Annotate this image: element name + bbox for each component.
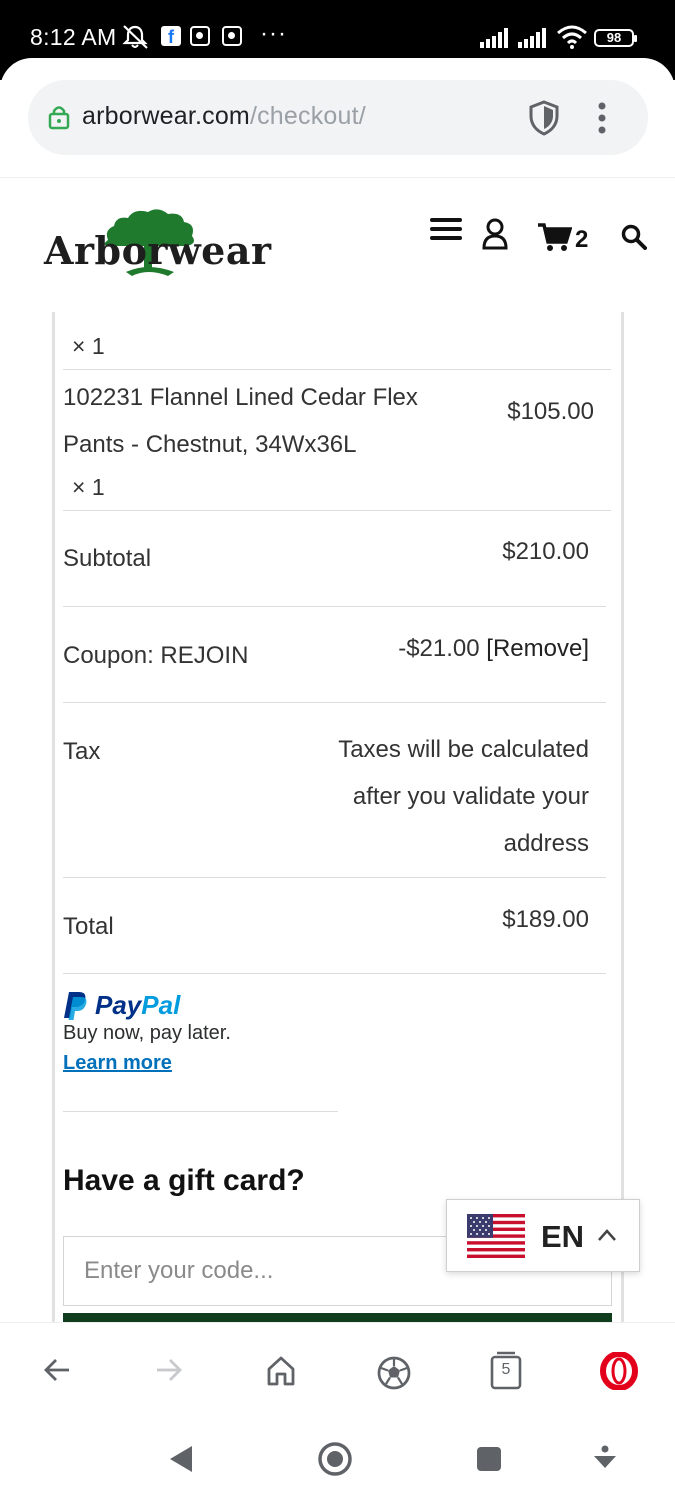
item-price: $105.00	[507, 398, 594, 425]
signal-icon	[480, 28, 508, 48]
paypal-learn-more-link[interactable]: Learn more	[63, 1052, 172, 1075]
site-header: Arborwear 2	[0, 178, 675, 308]
forward-arrow-icon[interactable]	[154, 1355, 184, 1385]
row-divider	[63, 510, 611, 511]
signal-icon	[518, 28, 546, 48]
logo-text: Arborwear	[44, 228, 272, 273]
url-domain: arborwear.com	[82, 102, 250, 130]
remove-coupon-link[interactable]: [Remove]	[486, 635, 589, 662]
gift-card-heading: Have a gift card?	[63, 1164, 305, 1197]
back-triangle-icon[interactable]	[168, 1444, 194, 1474]
opera-icon[interactable]	[600, 1352, 638, 1390]
coupon-value-group: -$21.00 [Remove]	[398, 635, 589, 663]
us-flag-icon	[467, 1214, 525, 1258]
row-divider	[63, 702, 606, 703]
row-divider	[63, 973, 606, 974]
chevron-up-icon	[598, 1229, 616, 1241]
address-bar[interactable]: arborwear.com/checkout/	[28, 80, 648, 155]
row-divider	[63, 877, 606, 878]
back-arrow-icon[interactable]	[42, 1355, 72, 1385]
row-divider	[63, 606, 606, 607]
browser-toolbar: arborwear.com/checkout/	[0, 58, 675, 178]
mute-icon	[122, 25, 148, 49]
section-divider	[63, 1111, 338, 1112]
battery-icon: 98	[594, 29, 637, 47]
recents-square-icon[interactable]	[476, 1446, 502, 1472]
subtotal-label: Subtotal	[63, 545, 152, 572]
wifi-icon	[557, 25, 587, 49]
search-icon[interactable]	[621, 224, 647, 250]
paypal-pay: Pay	[95, 990, 142, 1020]
language-selector[interactable]: EN	[446, 1199, 640, 1272]
home-circle-icon[interactable]	[317, 1441, 353, 1477]
more-notifications-icon: ···	[260, 20, 287, 47]
subtotal-value: $210.00	[502, 538, 589, 565]
facebook-icon: f	[161, 26, 181, 47]
user-icon[interactable]	[482, 218, 508, 250]
previous-item-quantity: × 1	[72, 333, 105, 359]
paypal-pal: Pal	[141, 990, 181, 1020]
total-value: $189.00	[502, 906, 589, 933]
language-code: EN	[541, 1219, 585, 1254]
status-time: 8:12 AM	[30, 24, 117, 50]
soccer-ball-icon[interactable]	[376, 1355, 412, 1391]
shield-icon[interactable]	[528, 100, 560, 136]
tabs-count: 5	[501, 1361, 511, 1378]
hamburger-icon[interactable]	[430, 218, 462, 240]
tax-label: Tax	[63, 738, 101, 765]
item-name: 102231 Flannel Lined Cedar Flex Pants - …	[63, 384, 418, 458]
total-label: Total	[63, 913, 114, 940]
cart-count-badge[interactable]: 2	[575, 226, 588, 254]
arborwear-logo[interactable]: Arborwear	[44, 206, 271, 281]
paypal-logo: PayPal	[63, 990, 263, 1022]
url-path: /checkout/	[249, 102, 366, 130]
url-text[interactable]: arborwear.com/checkout/	[82, 102, 366, 131]
paypal-wordmark: PayPal	[95, 990, 180, 1021]
video-icon	[190, 26, 210, 46]
paypal-p-icon	[64, 992, 87, 1020]
row-divider	[63, 369, 611, 370]
item-quantity: × 1	[72, 474, 105, 500]
coupon-label: Coupon: REJOIN	[63, 642, 249, 669]
video-icon	[222, 26, 242, 46]
paypal-subtitle: Buy now, pay later.	[63, 1022, 231, 1044]
home-icon[interactable]	[265, 1355, 297, 1387]
cart-icon[interactable]	[538, 222, 572, 252]
tax-note: Taxes will be calculated after you valid…	[338, 736, 589, 857]
assistant-icon[interactable]	[592, 1444, 618, 1472]
coupon-discount: -$21.00	[398, 635, 480, 662]
apply-gift-card-button[interactable]	[63, 1313, 612, 1322]
battery-level: 98	[606, 30, 622, 45]
browser-bottom-nav	[0, 1322, 675, 1422]
menu-dots-icon[interactable]	[596, 100, 608, 136]
system-nav-bar	[0, 1422, 675, 1500]
lock-icon	[48, 106, 70, 130]
